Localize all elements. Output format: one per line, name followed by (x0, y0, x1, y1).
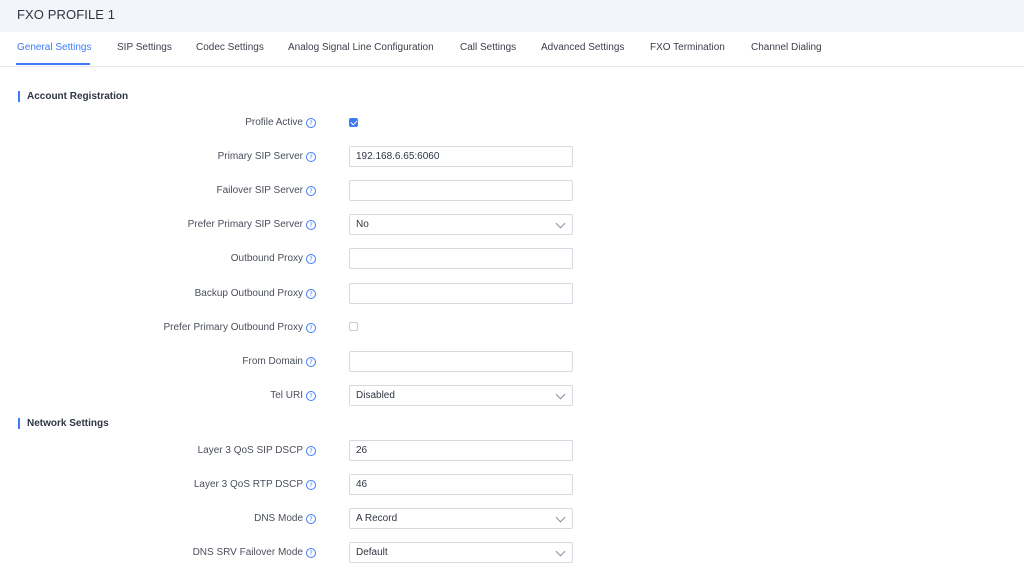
label-text: Primary SIP Server (217, 151, 303, 162)
help-icon[interactable]: ? (306, 288, 316, 299)
select-value: A Record (356, 513, 398, 524)
label-text: Outbound Proxy (230, 253, 303, 264)
prefer-primary-outbound-proxy-label: Prefer Primary Outbound Proxy ? (163, 322, 316, 333)
dns-mode-label: DNS Mode ? (254, 513, 316, 524)
failover-sip-server-input[interactable] (349, 180, 573, 201)
chevron-down-icon (555, 546, 566, 557)
dns-srv-failover-mode-label: DNS SRV Failover Mode ? (193, 547, 316, 558)
profile-active-checkbox[interactable] (349, 118, 358, 127)
label-text: DNS Mode (254, 513, 303, 524)
help-icon[interactable]: ? (306, 117, 316, 128)
label-text: DNS SRV Failover Mode (192, 547, 303, 558)
help-icon[interactable]: ? (306, 322, 316, 333)
tab-sip-settings[interactable]: SIP Settings (117, 42, 172, 53)
qos-sip-dscp-input[interactable]: 26 (349, 440, 573, 461)
help-icon[interactable]: ? (306, 151, 316, 162)
chevron-down-icon (555, 512, 566, 523)
dns-srv-failover-mode-select[interactable]: Default (349, 542, 573, 563)
tab-codec-settings[interactable]: Codec Settings (196, 42, 264, 53)
prefer-primary-sip-server-select[interactable]: No (349, 214, 573, 235)
prefer-primary-sip-server-label: Prefer Primary SIP Server ? (188, 219, 316, 230)
dns-mode-select[interactable]: A Record (349, 508, 573, 529)
help-icon[interactable]: ? (306, 253, 316, 264)
label-text: Tel URI (270, 390, 303, 401)
select-value: Disabled (356, 390, 395, 401)
from-domain-label: From Domain ? (242, 356, 316, 367)
select-value: No (356, 219, 369, 230)
help-icon[interactable]: ? (306, 547, 316, 558)
prefer-primary-outbound-proxy-checkbox[interactable] (349, 322, 358, 331)
label-text: Prefer Primary SIP Server (187, 219, 303, 230)
label-text: From Domain (242, 356, 303, 367)
help-icon[interactable]: ? (306, 390, 316, 401)
primary-sip-server-input[interactable]: 192.168.6.65:6060 (349, 146, 573, 167)
failover-sip-server-label: Failover SIP Server ? (216, 185, 316, 196)
select-value: Default (356, 547, 388, 558)
label-text: Profile Active (245, 117, 303, 128)
tel-uri-select[interactable]: Disabled (349, 385, 573, 406)
tab-fxo-termination[interactable]: FXO Termination (650, 42, 725, 53)
section-network-settings: Network Settings (18, 418, 109, 429)
tab-general-settings[interactable]: General Settings (17, 42, 92, 53)
page-header: FXO PROFILE 1 (0, 0, 1024, 32)
label-text: Backup Outbound Proxy (194, 288, 303, 299)
backup-outbound-proxy-input[interactable] (349, 283, 573, 304)
qos-sip-dscp-label: Layer 3 QoS SIP DSCP ? (198, 445, 316, 456)
tab-advanced-settings[interactable]: Advanced Settings (541, 42, 624, 53)
tab-channel-dialing[interactable]: Channel Dialing (751, 42, 822, 53)
profile-active-label: Profile Active ? (245, 117, 316, 128)
label-text: Prefer Primary Outbound Proxy (163, 322, 304, 333)
help-icon[interactable]: ? (306, 513, 316, 524)
help-icon[interactable]: ? (306, 356, 316, 367)
outbound-proxy-input[interactable] (349, 248, 573, 269)
chevron-down-icon (555, 218, 566, 229)
active-tab-indicator (16, 63, 90, 65)
tab-analog-signal-line-configuration[interactable]: Analog Signal Line Configuration (288, 42, 434, 53)
help-icon[interactable]: ? (306, 479, 316, 490)
qos-rtp-dscp-label: Layer 3 QoS RTP DSCP ? (194, 479, 316, 490)
primary-sip-server-label: Primary SIP Server ? (218, 151, 316, 162)
tel-uri-label: Tel URI ? (270, 390, 316, 401)
section-account-registration: Account Registration (18, 91, 128, 102)
help-icon[interactable]: ? (306, 445, 316, 456)
page-title: FXO PROFILE 1 (17, 7, 116, 22)
outbound-proxy-label: Outbound Proxy ? (231, 253, 316, 264)
label-text: Layer 3 QoS RTP DSCP (193, 479, 303, 490)
label-text: Layer 3 QoS SIP DSCP (197, 445, 303, 456)
qos-rtp-dscp-input[interactable]: 46 (349, 474, 573, 495)
tab-call-settings[interactable]: Call Settings (460, 42, 516, 53)
chevron-down-icon (555, 389, 566, 400)
help-icon[interactable]: ? (306, 185, 316, 196)
label-text: Failover SIP Server (216, 185, 303, 196)
backup-outbound-proxy-label: Backup Outbound Proxy ? (195, 288, 316, 299)
from-domain-input[interactable] (349, 351, 573, 372)
tab-bar: General Settings SIP Settings Codec Sett… (0, 32, 1024, 67)
help-icon[interactable]: ? (306, 219, 316, 230)
